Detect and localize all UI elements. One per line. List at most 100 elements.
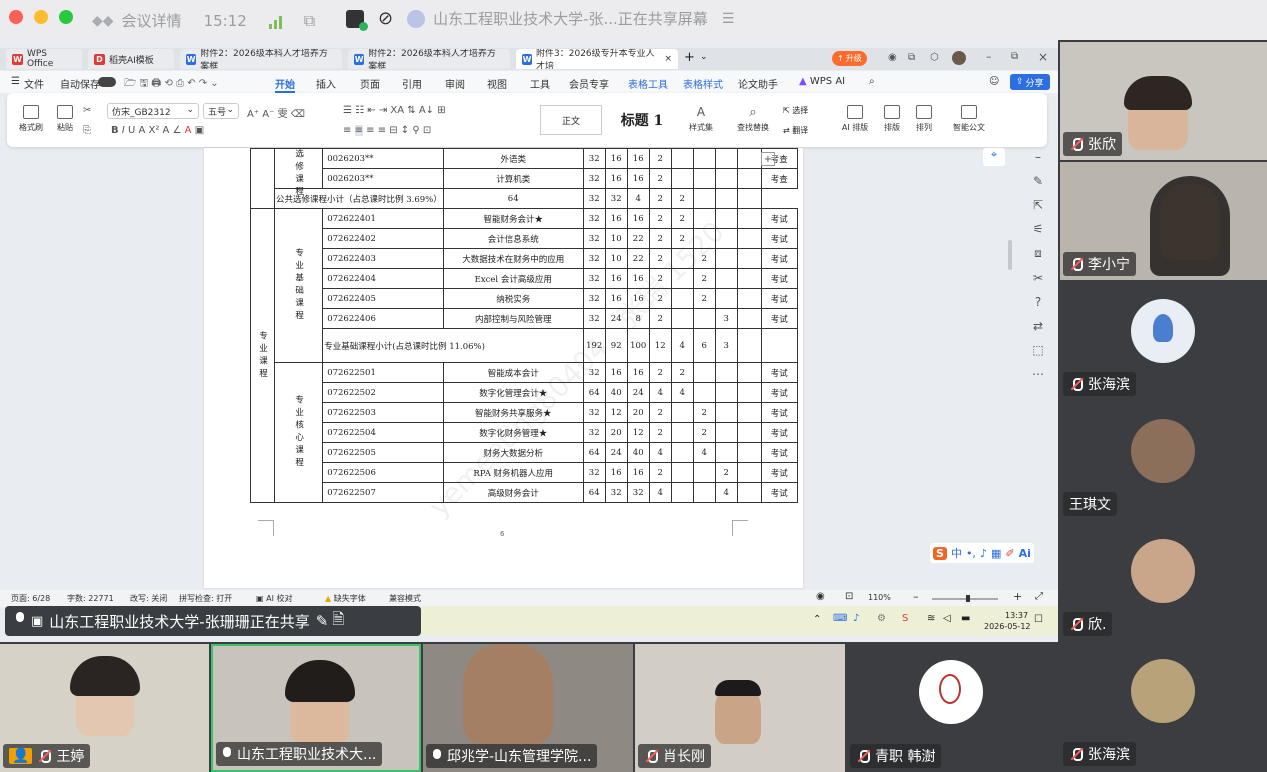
zoom-slider-thumb[interactable] [966, 595, 970, 602]
status-spell[interactable]: 拼写检查: 打开 [179, 593, 232, 604]
table-subtotal-row[interactable]: 专业基础课程小计(占总课时比例 11.06%) 192 92 100 12 4 6 3 [251, 328, 798, 363]
cut-icon[interactable]: ✂ [83, 105, 91, 116]
menu-home[interactable]: 开始 [275, 76, 295, 93]
select-icon[interactable]: ⇱ [1033, 198, 1043, 212]
search-icon[interactable]: ⌕ [869, 76, 875, 87]
list-icons[interactable]: ☰ ☷ ⇤ ⇥ ⅩA ⇅ A↓ ⊞ [343, 105, 446, 116]
tray-wifi-icon[interactable]: ≋ [927, 613, 935, 624]
menu-tools[interactable]: 工具 [530, 76, 550, 91]
align-icons[interactable]: ≡ ≡ ≡ ≡ ⊟ ↕ ⚲ ⊡ [343, 125, 431, 136]
participant-tile[interactable]: 肖长刚 [635, 644, 845, 772]
zoom-in-icon[interactable]: + [1013, 590, 1022, 603]
table-row[interactable]: 选修课程 0026203** 外语类 32 16 16 2 考查 [250, 148, 798, 209]
tab-document-1[interactable]: W 附件2：2026级本科人才培养方案框 [180, 49, 342, 69]
menu-reference[interactable]: 引用 [402, 76, 422, 91]
font-size-select[interactable]: 五号 ⌄ [203, 103, 239, 119]
notification-icon[interactable]: ☐ [1034, 614, 1043, 625]
participant-tile[interactable]: 李小宁 [1060, 162, 1267, 280]
translate-side-icon[interactable]: ⇄ [1033, 319, 1043, 333]
participant-tile[interactable]: 欣. [1060, 522, 1267, 640]
tab-wps-office[interactable]: W WPS Office [6, 49, 82, 69]
menu-autosave[interactable]: 自动保存 [60, 76, 100, 91]
user-avatar[interactable] [952, 51, 966, 65]
table-row[interactable]: 072622404 Excel 会计高级应用 32 16 16 2 2 考试 [251, 268, 798, 289]
status-missing-font[interactable]: ▲ 缺失字体 [325, 593, 366, 604]
paste-button[interactable]: 粘贴 [49, 105, 81, 133]
fullscreen-icon[interactable]: ⤢ [1035, 591, 1043, 602]
close-window-button[interactable] [9, 10, 23, 24]
menu-member[interactable]: 会员专享 [569, 76, 609, 91]
mic-icon[interactable] [15, 612, 25, 630]
participant-tile-active-speaker[interactable]: 山东工程职业技术大... [211, 644, 421, 772]
status-ai-check[interactable]: ▣ AI 校对 [256, 593, 292, 604]
tray-volume-icon[interactable]: ◁ [943, 613, 951, 624]
menu-table-style[interactable]: 表格样式 [683, 76, 723, 91]
close-tab-icon[interactable]: × [664, 54, 672, 64]
tray-chevron-icon[interactable]: ⌃ [813, 614, 821, 625]
participant-tile[interactable]: 👤 王婷 [0, 644, 209, 772]
font-grow-icon[interactable]: A⁺ A⁻ 雯 ⌫ [247, 105, 305, 120]
popout-icon[interactable]: ⧉ [304, 11, 315, 31]
style-set-button[interactable]: A 样式集 [683, 105, 719, 133]
participant-tile[interactable]: 王琪文 [1060, 402, 1267, 520]
menu-review[interactable]: 审阅 [445, 76, 465, 91]
box-icon[interactable]: ⬡ [930, 52, 939, 63]
arrange-button[interactable]: 排列 [909, 105, 939, 133]
participant-tile[interactable]: 张欣 [1060, 42, 1267, 160]
status-page[interactable]: 页面: 6/28 [11, 593, 50, 604]
menu-table-tools[interactable]: 表格工具 [628, 76, 668, 91]
table-row[interactable]: 专业核心课程 072622501 智能成本会计 32 16 16 2 2 考试 [251, 362, 798, 503]
autosave-toggle[interactable] [98, 77, 116, 87]
share-button[interactable]: ⇪ 分享 [1010, 74, 1050, 90]
window-layout-icon[interactable]: ⧉ [908, 52, 915, 63]
tab-dropdown-icon[interactable]: ⌄ [700, 52, 708, 62]
zoom-level[interactable]: 110% [868, 593, 891, 602]
participant-tile[interactable]: 张海滨 [1060, 642, 1267, 770]
fit-icon[interactable]: ⊡ [845, 591, 853, 602]
font-family-select[interactable]: 仿宋_GB2312 ⌄ [107, 103, 199, 119]
menu-page[interactable]: 页面 [360, 76, 380, 91]
participant-tile[interactable]: 邱兆学-山东管理学院... [423, 644, 633, 772]
table-row[interactable]: 072622506 RPA 财务机器人应用 32 16 16 2 2 考试 [251, 462, 798, 483]
clock-date[interactable]: 2026-05-12 [984, 622, 1031, 631]
upgrade-button[interactable]: ↑ 升级 [832, 51, 867, 66]
cloud-icon[interactable]: ☺ [989, 76, 999, 87]
zoom-out-icon[interactable]: – [913, 590, 919, 603]
tab-template[interactable]: D 稻壳AI模板 [88, 49, 174, 69]
tray-app-icon[interactable]: ⚙ [877, 613, 886, 624]
menu-insert[interactable]: 插入 [316, 76, 336, 91]
select-button[interactable]: ⇱ 选择 [783, 105, 808, 116]
location-icon[interactable]: ⌖ [983, 148, 1005, 166]
tray-mic-icon[interactable]: ♪ [853, 613, 859, 624]
menu-view[interactable]: 视图 [487, 76, 507, 91]
share-banner[interactable]: ▣ 山东工程职业技术大学-张珊珊正在共享 ✎ 🗎 [5, 606, 421, 636]
pen-icon[interactable]: ✎ [1033, 174, 1043, 188]
tab-document-3[interactable]: W 附件3：2026级专升本专业人才培 × [516, 49, 678, 69]
translate-button[interactable]: ⇄ 翻译 [783, 125, 808, 136]
settings-icon[interactable]: ⚟ [1033, 222, 1044, 236]
participant-tile[interactable]: 张海滨 [1060, 282, 1267, 400]
table-add-row-icon[interactable]: + [761, 152, 775, 166]
tray-battery-icon[interactable]: ▬ [961, 613, 970, 624]
menu-paper-assistant[interactable]: 论文助手 [738, 76, 778, 91]
eye-icon[interactable]: ◉ [816, 591, 825, 602]
zoom-slider[interactable] [932, 598, 998, 600]
document-icon[interactable]: 🗎 [332, 609, 344, 634]
translate-box-icon[interactable]: ⬚ [1032, 343, 1043, 357]
table-row[interactable]: 072622507 高级财务会计 64 32 32 4 4 考试 [251, 482, 798, 503]
table-row[interactable]: 072622406 内部控制与风险管理 32 24 8 2 3 考试 [251, 308, 798, 329]
menu-file[interactable]: 文件 [24, 76, 44, 91]
annotate-icon[interactable]: ✎ [316, 612, 329, 630]
status-revise[interactable]: 改写: 关闭 [130, 593, 167, 604]
tools-icon[interactable]: ✂ [1033, 271, 1043, 285]
help-icon[interactable]: ? [1035, 295, 1041, 309]
restore-icon[interactable]: ⧉ [1011, 51, 1018, 62]
find-replace-button[interactable]: ⌕ 查找替换 [731, 105, 775, 133]
table-subtotal-row[interactable]: 公共选修课程小计（占总课时比例 3.69%） 64 32 32 4 2 2 [251, 188, 798, 209]
hide-view-icon[interactable]: ⊘ [378, 8, 393, 29]
layout-button[interactable]: 排版 [877, 105, 907, 133]
clock-time[interactable]: 13:37 [1005, 611, 1028, 620]
smart-doc-button[interactable]: 智能公文 [949, 105, 989, 133]
minimize-icon[interactable]: – [986, 50, 992, 63]
document-share-icon[interactable] [346, 9, 368, 31]
